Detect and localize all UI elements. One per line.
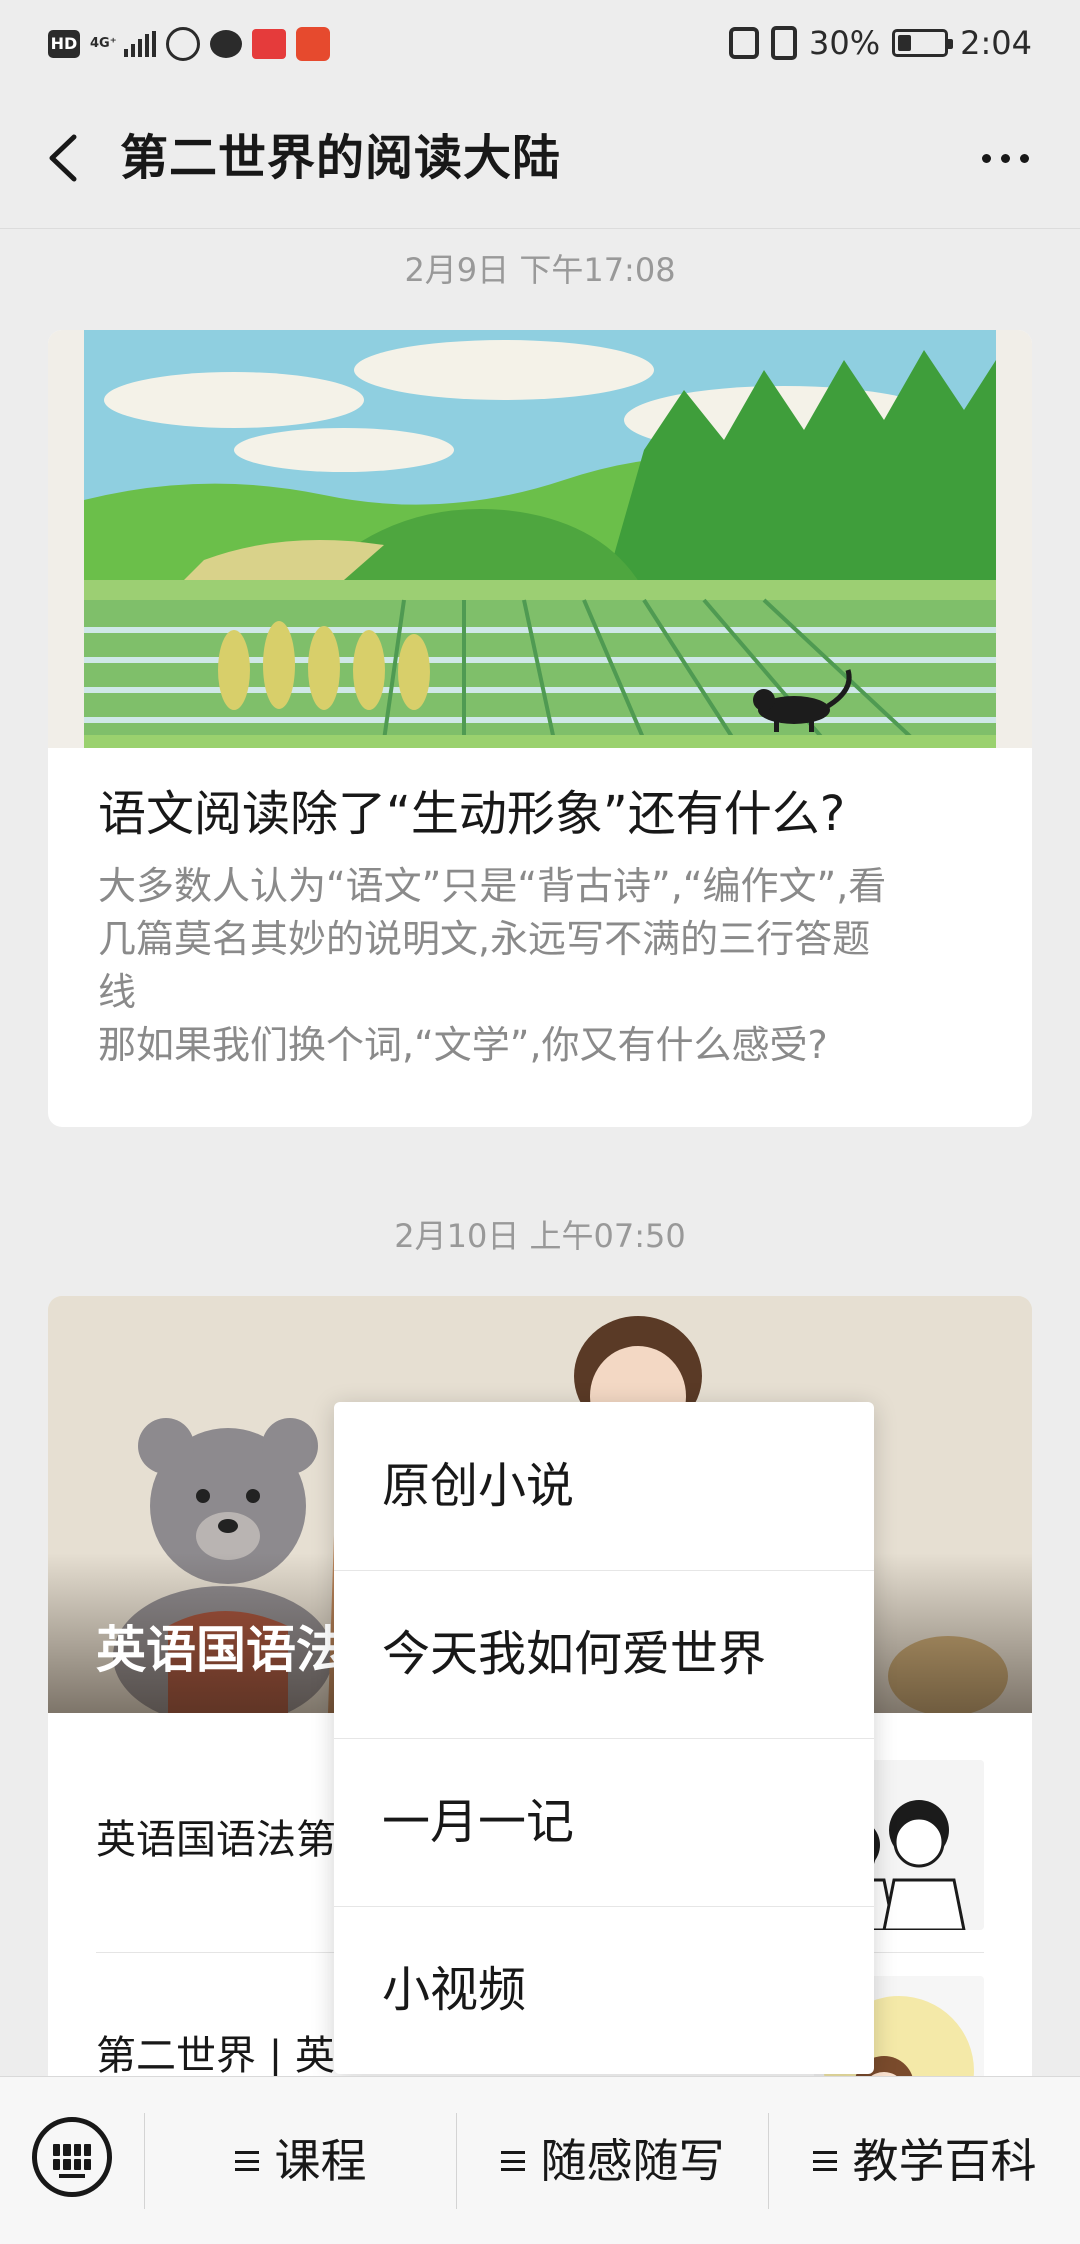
nfc-icon <box>729 27 760 59</box>
vibrate-icon <box>771 26 798 60</box>
status-bar: HD 4G⁺ 30% 2:04 <box>0 0 1080 88</box>
menu-tab-label: 教学百科 <box>852 2134 1037 2188</box>
menu-lines-icon <box>812 2151 837 2171</box>
more-icon[interactable] <box>970 128 1040 188</box>
page-title: 第二世界的阅读大陆 <box>120 130 562 186</box>
menu-tab-encyclopedia[interactable]: 教学百科 <box>769 2077 1080 2244</box>
digest-line: 几篇莫名其妙的说明文,永远写不满的三行答题 <box>98 917 871 961</box>
article-cover-image <box>48 330 1032 748</box>
notification-app-icon <box>252 29 286 59</box>
battery-level <box>898 35 912 51</box>
menu-item-original-novel[interactable]: 原创小说 <box>334 1402 874 1570</box>
message-timestamp: 2月9日 下午17:08 <box>404 251 676 289</box>
menu-item-label: 一月一记 <box>382 1794 575 1850</box>
menu-item-label: 今天我如何爱世界 <box>382 1626 767 1682</box>
status-left: HD 4G⁺ <box>48 22 330 66</box>
notification-app2-icon <box>296 27 330 61</box>
notification-hand-icon <box>166 27 200 61</box>
app-header: 第二世界的阅读大陆 <box>0 88 1080 228</box>
digest-line: 那如果我们换个词,“文学”,你又有什么感受? <box>98 1023 828 1067</box>
status-right: 30% 2:04 <box>729 18 1032 68</box>
article-digest: 大多数人认为“语文”只是“背古诗”,“编作文”,看 几篇莫名其妙的说明文,永远写… <box>98 860 998 1072</box>
menu-tab-label: 随感随写 <box>540 2134 725 2188</box>
popup-menu: 原创小说 今天我如何爱世界 一月一记 小视频 <box>334 1402 874 2074</box>
hd-badge: HD <box>48 30 80 58</box>
menu-item-label: 小视频 <box>382 1962 527 2018</box>
back-icon[interactable] <box>30 123 100 193</box>
menu-item-love-world[interactable]: 今天我如何爱世界 <box>334 1570 874 1738</box>
menu-item-monthly-note[interactable]: 一月一记 <box>334 1738 874 1906</box>
menu-lines-icon <box>500 2151 525 2171</box>
article-title: 语文阅读除了“生动形象”还有什么? <box>98 786 846 842</box>
message-timestamp: 2月10日 上午07:50 <box>394 1217 686 1255</box>
clock: 2:04 <box>960 24 1032 62</box>
menu-tab-courses[interactable]: 课程 <box>145 2077 456 2244</box>
menu-tab-notes[interactable]: 随感随写 <box>457 2077 768 2244</box>
digest-line: 大多数人认为“语文”只是“背古诗”,“编作文”,看 <box>98 864 887 908</box>
bottom-menu-bar: 课程 随感随写 教学百科 <box>0 2076 1080 2244</box>
notification-chat-icon <box>210 30 242 58</box>
menu-lines-icon <box>234 2151 259 2171</box>
sub-article-title: 英语国语法第 <box>96 1817 336 1863</box>
header-divider <box>0 228 1080 229</box>
battery-percent: 30% <box>809 24 881 62</box>
digest-line: 线 <box>98 970 137 1014</box>
battery-icon <box>892 29 954 57</box>
cover-title: 英语国语法 <box>96 1621 346 1679</box>
menu-tab-label: 课程 <box>274 2134 367 2188</box>
network-type: 4G⁺ <box>90 36 117 51</box>
keyboard-icon[interactable] <box>32 2117 112 2197</box>
article-card[interactable]: 语文阅读除了“生动形象”还有什么? 大多数人认为“语文”只是“背古诗”,“编作文… <box>48 330 1032 1127</box>
menu-item-short-video[interactable]: 小视频 <box>334 1906 874 2074</box>
menu-item-label: 原创小说 <box>382 1458 575 1514</box>
signal-icon <box>124 31 156 57</box>
